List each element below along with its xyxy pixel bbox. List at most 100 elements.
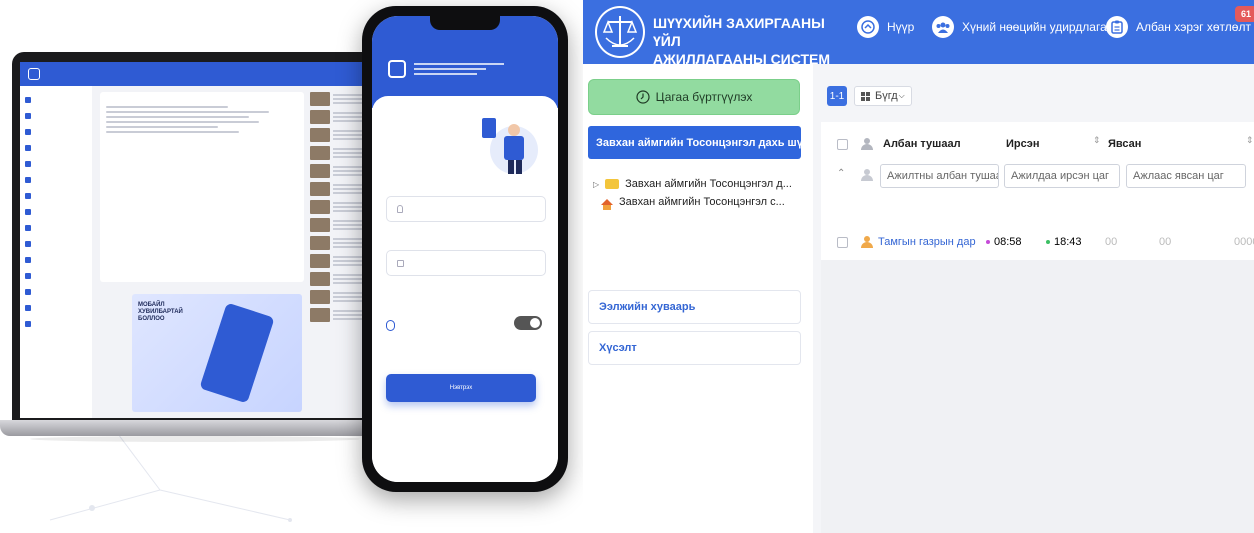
laptop-sidebar-item xyxy=(25,172,87,188)
tree-item-sub-org[interactable]: Завхан аймгийн Тосонцэнгэл с... xyxy=(601,194,785,210)
requests-link[interactable]: Хүсэлт xyxy=(588,331,801,365)
menu-icon xyxy=(25,289,31,295)
sort-icon[interactable]: ⇕ xyxy=(1093,135,1101,146)
nav-home[interactable]: Нүүр xyxy=(857,16,914,38)
court-emblem-icon[interactable] xyxy=(595,6,645,58)
folder-icon xyxy=(605,179,620,189)
menu-icon xyxy=(25,273,31,279)
nav-home-label: Нүүр xyxy=(887,20,915,34)
laptop-screen: МОБАЙЛ ХУВИЛБАРТАЙ БОЛЛОО xyxy=(20,62,372,418)
page-chip[interactable]: 1-1 xyxy=(827,86,847,106)
nav-records-label: Албан хэрэг хөтлөлт xyxy=(1136,20,1251,34)
cell-arrived-value: 08:58 xyxy=(994,236,1022,248)
filter-position-input[interactable]: Ажилтны албан тушаал xyxy=(880,164,999,188)
promo-panel: МОБАЙЛ ХУВИЛБАРТАЙ БОЛЛОО Нэвтрэх xyxy=(0,0,583,533)
menu-icon xyxy=(25,129,31,135)
laptop-sidebar-item xyxy=(25,252,87,268)
lock-icon xyxy=(397,259,404,267)
phone-notch xyxy=(430,16,500,30)
collapse-chevron-icon[interactable]: ⌃ xyxy=(837,168,845,179)
home-icon xyxy=(857,16,879,38)
clipboard-icon xyxy=(1106,16,1128,38)
chevron-down-icon: ⌵ xyxy=(898,91,905,100)
sidebar: Цагаа бүртгүүлэх Завхан аймгийн Тосонцэн… xyxy=(583,64,813,533)
status-dot xyxy=(1046,240,1050,245)
menu-icon xyxy=(25,177,31,183)
toolbar: 1-1 Бүгд ⌵ xyxy=(821,64,1254,122)
filter-dropdown[interactable]: Бүгд ⌵ xyxy=(854,86,912,106)
select-all-checkbox[interactable] xyxy=(837,139,848,150)
phone-login-button: Нэвтрэх xyxy=(386,374,536,402)
person-icon xyxy=(861,236,873,248)
screen: МОБАЙЛ ХУВИЛБАРТАЙ БОЛЛОО Нэвтрэх ШҮҮХИЙ… xyxy=(0,0,1254,533)
cell-extra-1: 00 xyxy=(1105,236,1118,248)
col-header-position[interactable]: Албан тушаал xyxy=(883,134,961,154)
col-header-left[interactable]: Явсан xyxy=(1108,134,1141,154)
org-header[interactable]: Завхан аймгийн Тосонцэнгэл дахь шүүхийн … xyxy=(588,126,801,159)
cell-left: 18:43 xyxy=(1046,236,1082,248)
phone-login-card: Нэвтрэх xyxy=(372,96,558,482)
people-icon xyxy=(932,16,954,38)
nav-hr-management[interactable]: Хүний нөөцийн удирдлага xyxy=(932,16,1107,38)
banner-phone-illustration xyxy=(199,302,275,404)
menu-icon xyxy=(25,257,31,263)
expand-arrow-icon: ▷ xyxy=(593,179,600,189)
app-logo-icon xyxy=(388,60,406,78)
tree-item-label: Завхан аймгийн Тосонцэнгэл д... xyxy=(625,178,792,190)
laptop-sidebar xyxy=(20,86,92,418)
menu-icon xyxy=(25,305,31,311)
phone-screen: Нэвтрэх xyxy=(372,16,558,482)
row-checkbox[interactable] xyxy=(837,237,848,248)
app-title: ШҮҮХИЙН ЗАХИРГААНЫ ҮЙЛ АЖИЛЛАГААНЫ СИСТЕ… xyxy=(653,14,853,68)
cell-left-value: 18:43 xyxy=(1054,236,1082,248)
status-dot xyxy=(986,240,990,245)
menu-icon xyxy=(25,97,31,103)
person-icon xyxy=(861,138,873,150)
panel-divider xyxy=(813,64,821,533)
phone-password-field xyxy=(386,250,546,276)
filter-arrived-input[interactable]: Ажилдаа ирсэн цаг xyxy=(1004,164,1120,188)
phone-header xyxy=(372,16,558,108)
app-title-line1: ШҮҮХИЙН ЗАХИРГААНЫ ҮЙЛ xyxy=(653,15,825,49)
scales-icon xyxy=(602,16,638,47)
laptop-sidebar-item xyxy=(25,300,87,316)
col-header-arrived[interactable]: Ирсэн xyxy=(1006,134,1039,154)
phone-illustration: Нэвтрэх xyxy=(362,6,568,492)
laptop-sidebar-item xyxy=(25,140,87,156)
banner-text: МОБАЙЛ ХУВИЛБАРТАЙ БОЛЛОО xyxy=(138,302,183,322)
laptop-sidebar-item xyxy=(25,92,87,108)
cell-position[interactable]: Тамгын газрын дар xyxy=(878,236,976,248)
cell-arrived: 08:58 xyxy=(986,236,1022,248)
table-header: Албан тушаал Ирсэн ⇕ Явсан ⇕ ⌃ Ажилтны а… xyxy=(821,122,1254,226)
attendance-app: ШҮҮХИЙН ЗАХИРГААНЫ ҮЙЛ АЖИЛЛАГААНЫ СИСТЕ… xyxy=(583,0,1254,533)
person-icon xyxy=(861,169,873,181)
menu-icon xyxy=(25,161,31,167)
menu-icon xyxy=(25,145,31,151)
laptop-shadow xyxy=(30,436,360,442)
sort-icon[interactable]: ⇕ xyxy=(1246,135,1254,146)
person-illustration-icon xyxy=(482,118,538,174)
phone-biometric-toggle xyxy=(514,316,542,330)
tree-item-label: Завхан аймгийн Тосонцэнгэл с... xyxy=(619,196,785,208)
laptop-app-header xyxy=(20,62,372,86)
menu-icon xyxy=(25,209,31,215)
laptop-feed-card xyxy=(100,92,304,282)
laptop-sidebar-item xyxy=(25,220,87,236)
notification-badge[interactable]: 61 xyxy=(1235,6,1254,22)
phone-header-text xyxy=(414,60,504,78)
nav-records[interactable]: Албан хэрэг хөтлөлт xyxy=(1106,16,1251,38)
laptop-sidebar-item xyxy=(25,204,87,220)
fingerprint-icon xyxy=(386,320,395,331)
table-row[interactable]: Тамгын газрын дар 08:58 18:43 00 00 0000 xyxy=(821,226,1254,260)
laptop-sidebar-item xyxy=(25,124,87,140)
filter-left-input[interactable]: Ажлаас явсан цаг xyxy=(1126,164,1246,188)
phone-biometric-row xyxy=(386,320,395,331)
house-icon xyxy=(601,199,613,210)
tree-item-org[interactable]: ▷ Завхан аймгийн Тосонцэнгэл д... xyxy=(593,176,792,192)
shift-schedule-link[interactable]: Ээлжийн хуваарь xyxy=(588,290,801,324)
laptop-sidebar-item xyxy=(25,316,87,332)
filter-dropdown-value: Бүгд xyxy=(875,90,898,102)
nav-hr-management-label: Хүний нөөцийн удирдлага xyxy=(962,20,1107,34)
register-time-button[interactable]: Цагаа бүртгүүлэх xyxy=(588,79,800,115)
menu-icon xyxy=(25,193,31,199)
